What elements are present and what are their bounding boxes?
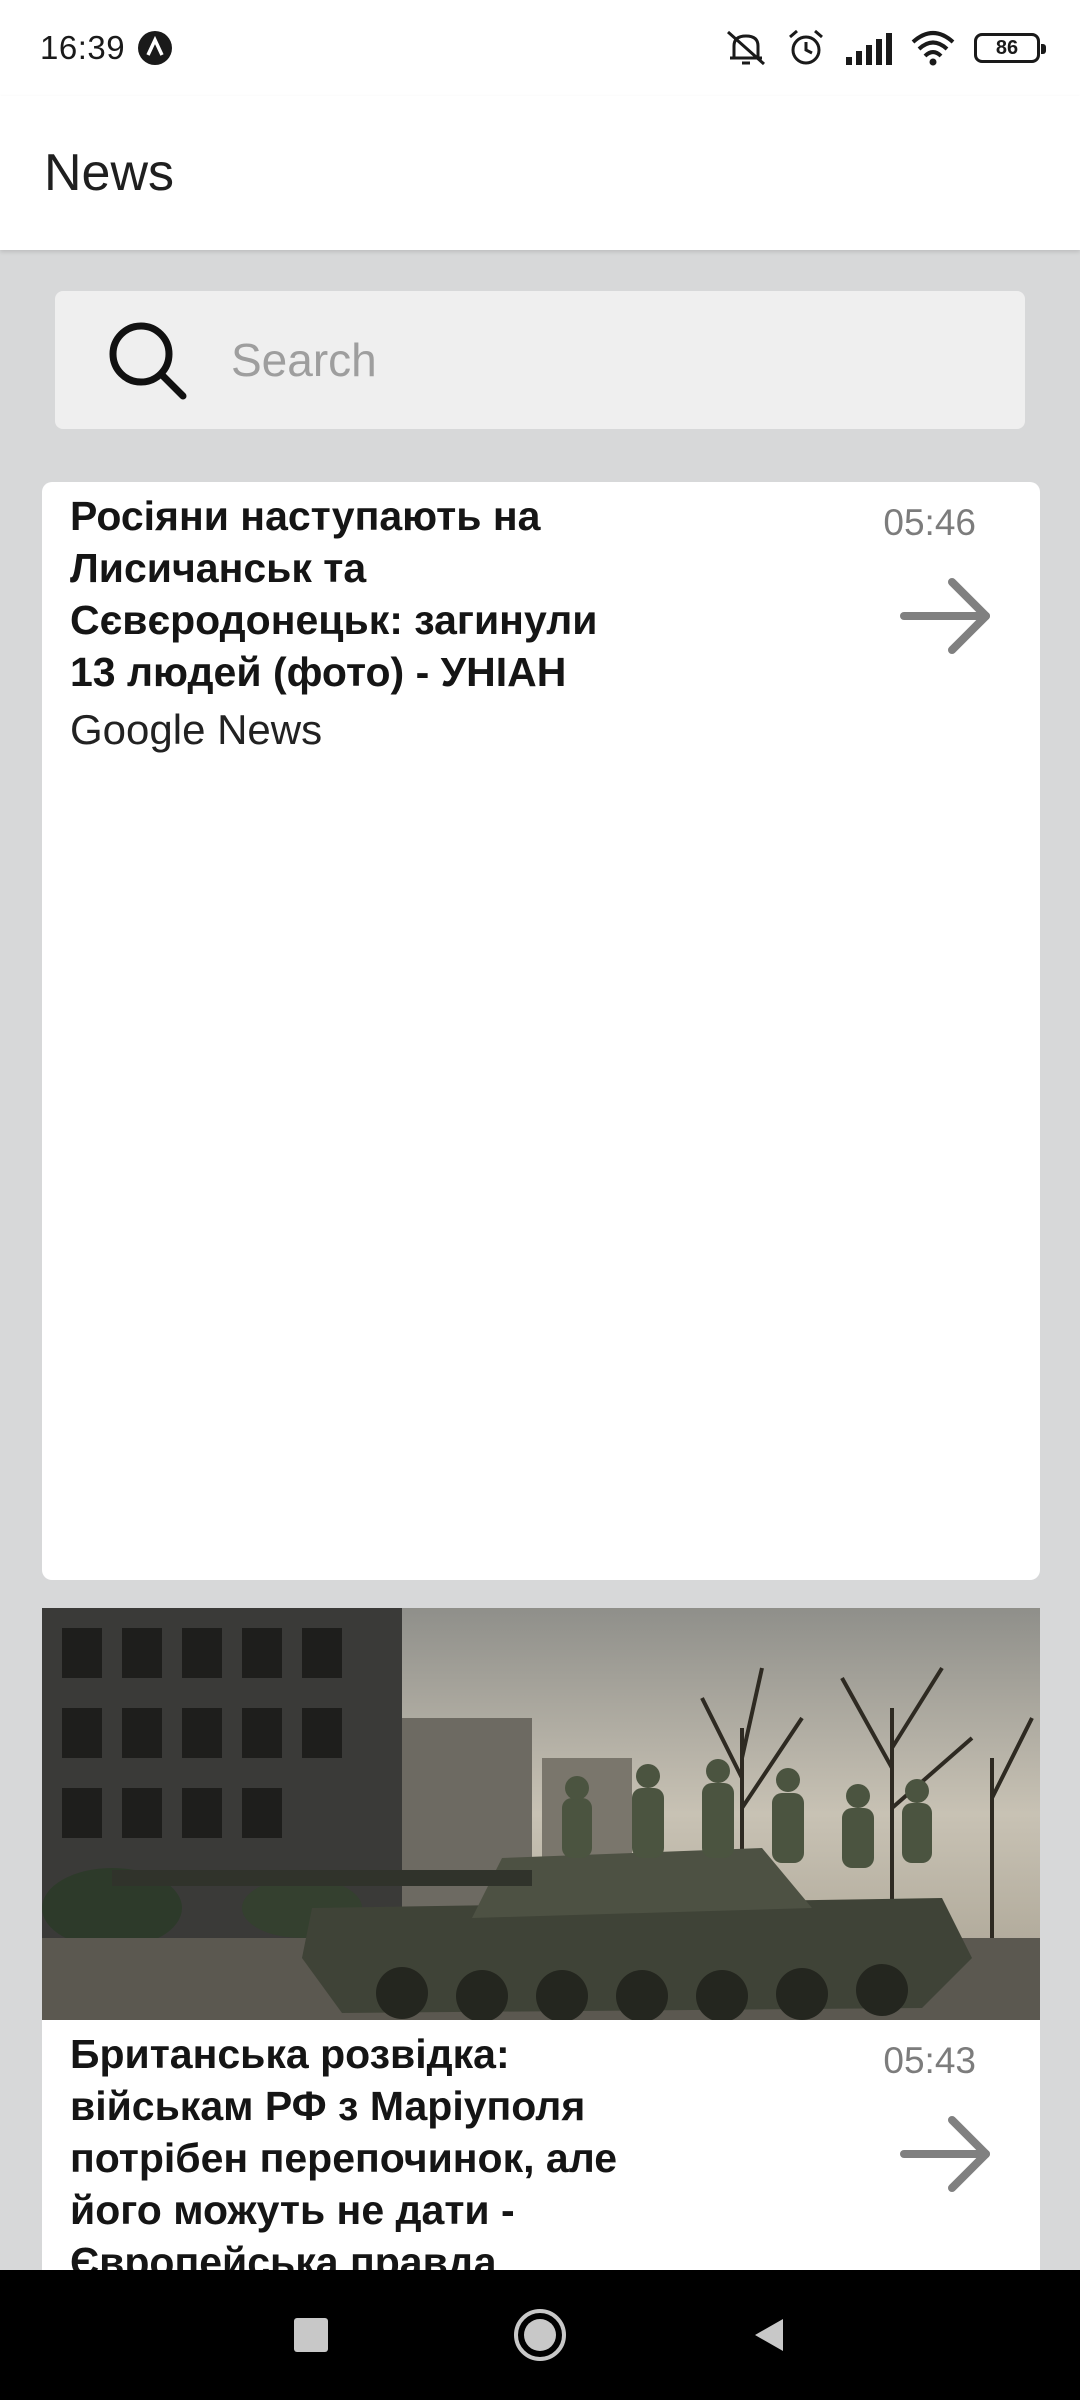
news-source: Google News (70, 706, 323, 753)
news-card-body: Британська розвідка: військам РФ з Маріу… (42, 2020, 1040, 2270)
arrow-right-icon[interactable] (898, 568, 994, 664)
news-time: 05:46 (883, 502, 976, 543)
back-triangle-icon[interactable] (749, 2315, 789, 2355)
news-card-body: Росіяни наступають на Лисичанськ та Сєвє… (42, 482, 1040, 754)
app-bar: News (0, 96, 1080, 250)
battery-icon: 86 (974, 33, 1046, 63)
wifi-icon (911, 31, 955, 66)
mute-icon (727, 30, 765, 66)
status-bar: 16:39 86 (0, 0, 1080, 96)
system-nav-bar (0, 2270, 1080, 2400)
news-image (42, 1608, 1040, 2020)
news-list[interactable]: Росіяни наступають на Лисичанськ та Сєвє… (0, 250, 1080, 2270)
page-title: News (44, 144, 175, 202)
news-headline: Британська розвідка: військам РФ з Маріу… (70, 2031, 618, 2270)
recents-square-icon[interactable] (291, 2315, 331, 2355)
home-circle-icon[interactable] (512, 2307, 568, 2363)
news-card[interactable]: Британська розвідка: військам РФ з Маріу… (42, 1608, 1040, 2270)
news-headline: Росіяни наступають на Лисичанськ та Сєвє… (70, 493, 598, 695)
signal-icon (846, 33, 892, 65)
notification-a-icon (138, 31, 173, 65)
battery-level: 86 (995, 36, 1019, 59)
search-icon (109, 322, 187, 400)
arrow-right-icon[interactable] (898, 2106, 994, 2202)
search-bar[interactable] (55, 291, 1025, 429)
news-card[interactable]: Росіяни наступають на Лисичанськ та Сєвє… (42, 482, 1040, 1580)
news-time: 05:43 (883, 2040, 976, 2081)
search-input[interactable] (231, 333, 931, 387)
alarm-icon (789, 29, 823, 65)
status-time: 16:39 (40, 29, 126, 66)
